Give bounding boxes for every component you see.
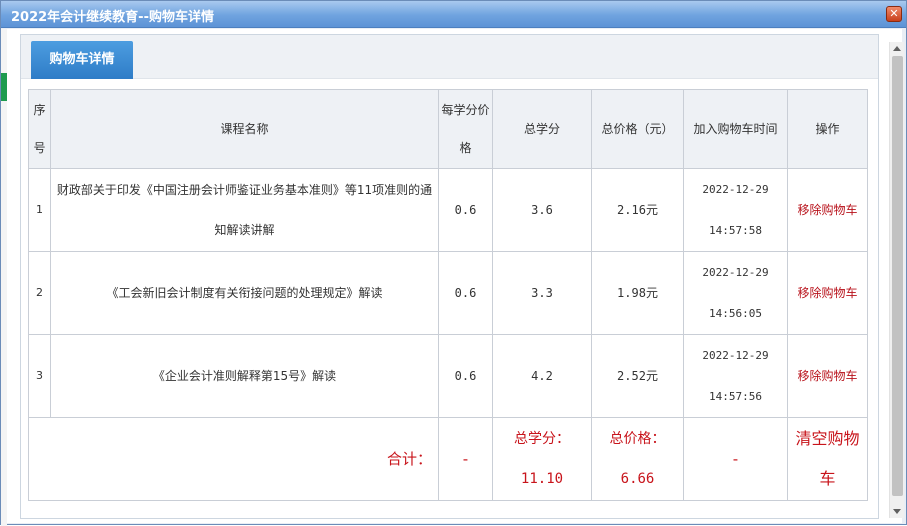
row-action: 移除购物车 [787, 251, 868, 335]
total-credits-value: 11.10 [520, 471, 564, 487]
row-time: 14:56:05 [709, 307, 762, 320]
row-date: 2022-12-29 [702, 183, 769, 196]
total-price-label: 总价格： [609, 431, 666, 447]
total-action: 清空购物车 [787, 417, 868, 501]
total-credits-label: 总学分： [514, 431, 570, 447]
row-index: 1 [28, 168, 51, 252]
total-price: 总价格： 6.66 [591, 417, 684, 501]
header-index: 序号 [28, 89, 51, 169]
header-course: 课程名称 [50, 89, 439, 169]
header-added-time: 加入购物车时间 [683, 89, 788, 169]
total-price-value: 6.66 [620, 471, 655, 487]
total-label: 合计： [28, 417, 439, 501]
table-header-row: 序号 课程名称 每学分价格 总学分 总价格（元） 加入购物车时间 操作 [28, 89, 868, 169]
header-total-price: 总价格（元） [591, 89, 684, 169]
total-time: - [683, 417, 788, 501]
header-unit-price: 每学分价格 [438, 89, 493, 169]
total-row: 合计： - 总学分： 11.10 总价格： 6.66 - 清空购物车 [28, 417, 868, 501]
row-added-time: 2022-12-29 14:56:05 [683, 251, 788, 335]
clear-cart-link[interactable]: 清空购物车 [795, 429, 859, 488]
row-date: 2022-12-29 [702, 266, 769, 279]
row-price: 2.16元 [591, 168, 684, 252]
header-total-credits: 总学分 [492, 89, 592, 169]
table-row: 3 《企业会计准则解释第15号》解读 0.6 4.2 2.52元 2022-12… [28, 334, 868, 418]
row-action: 移除购物车 [787, 168, 868, 252]
dialog-content: 购物车详情 序号 课程名称 每学分价格 总学分 总价格（元） 加入购物车时间 操… [7, 29, 904, 523]
row-date: 2022-12-29 [702, 349, 769, 362]
close-icon[interactable]: ✕ [886, 6, 902, 22]
scroll-down-icon[interactable] [893, 509, 901, 514]
remove-from-cart-link[interactable]: 移除购物车 [797, 203, 857, 217]
table-row: 2 《工会新旧会计制度有关衔接问题的处理规定》解读 0.6 3.3 1.98元 … [28, 251, 868, 335]
row-unit-price: 0.6 [438, 334, 493, 418]
table-row: 1 财政部关于印发《中国注册会计师鉴证业务基本准则》等11项准则的通知解读讲解 … [28, 168, 868, 252]
scroll-up-icon[interactable] [893, 46, 901, 51]
scrollbar-thumb[interactable] [892, 56, 903, 496]
remove-from-cart-link[interactable]: 移除购物车 [797, 369, 857, 383]
row-price: 1.98元 [591, 251, 684, 335]
row-course-name: 《工会新旧会计制度有关衔接问题的处理规定》解读 [50, 251, 439, 335]
vertical-scrollbar[interactable] [889, 42, 904, 518]
total-credits: 总学分： 11.10 [492, 417, 592, 501]
title-bar[interactable]: 2022年会计继续教育--购物车详情 ✕ [1, 1, 906, 28]
row-unit-price: 0.6 [438, 168, 493, 252]
header-action: 操作 [787, 89, 868, 169]
row-index: 2 [28, 251, 51, 335]
tab-strip: 购物车详情 [21, 35, 878, 79]
cart-dialog: 2022年会计继续教育--购物车详情 ✕ 购物车详情 序号 课程名称 每学分价格… [0, 0, 907, 526]
row-price: 2.52元 [591, 334, 684, 418]
cart-table: 序号 课程名称 每学分价格 总学分 总价格（元） 加入购物车时间 操作 1 财政… [28, 89, 868, 501]
row-added-time: 2022-12-29 14:57:58 [683, 168, 788, 252]
row-unit-price: 0.6 [438, 251, 493, 335]
remove-from-cart-link[interactable]: 移除购物车 [797, 286, 857, 300]
row-credits: 3.6 [492, 168, 592, 252]
row-time: 14:57:58 [709, 224, 762, 237]
row-credits: 4.2 [492, 334, 592, 418]
window-title: 2022年会计继续教育--购物车详情 [11, 10, 214, 25]
row-time: 14:57:56 [709, 390, 762, 403]
row-added-time: 2022-12-29 14:57:56 [683, 334, 788, 418]
row-course-name: 财政部关于印发《中国注册会计师鉴证业务基本准则》等11项准则的通知解读讲解 [50, 168, 439, 252]
tab-cart-details[interactable]: 购物车详情 [31, 41, 133, 79]
row-credits: 3.3 [492, 251, 592, 335]
total-unit-price: - [438, 417, 493, 501]
row-action: 移除购物车 [787, 334, 868, 418]
row-course-name: 《企业会计准则解释第15号》解读 [50, 334, 439, 418]
row-index: 3 [28, 334, 51, 418]
